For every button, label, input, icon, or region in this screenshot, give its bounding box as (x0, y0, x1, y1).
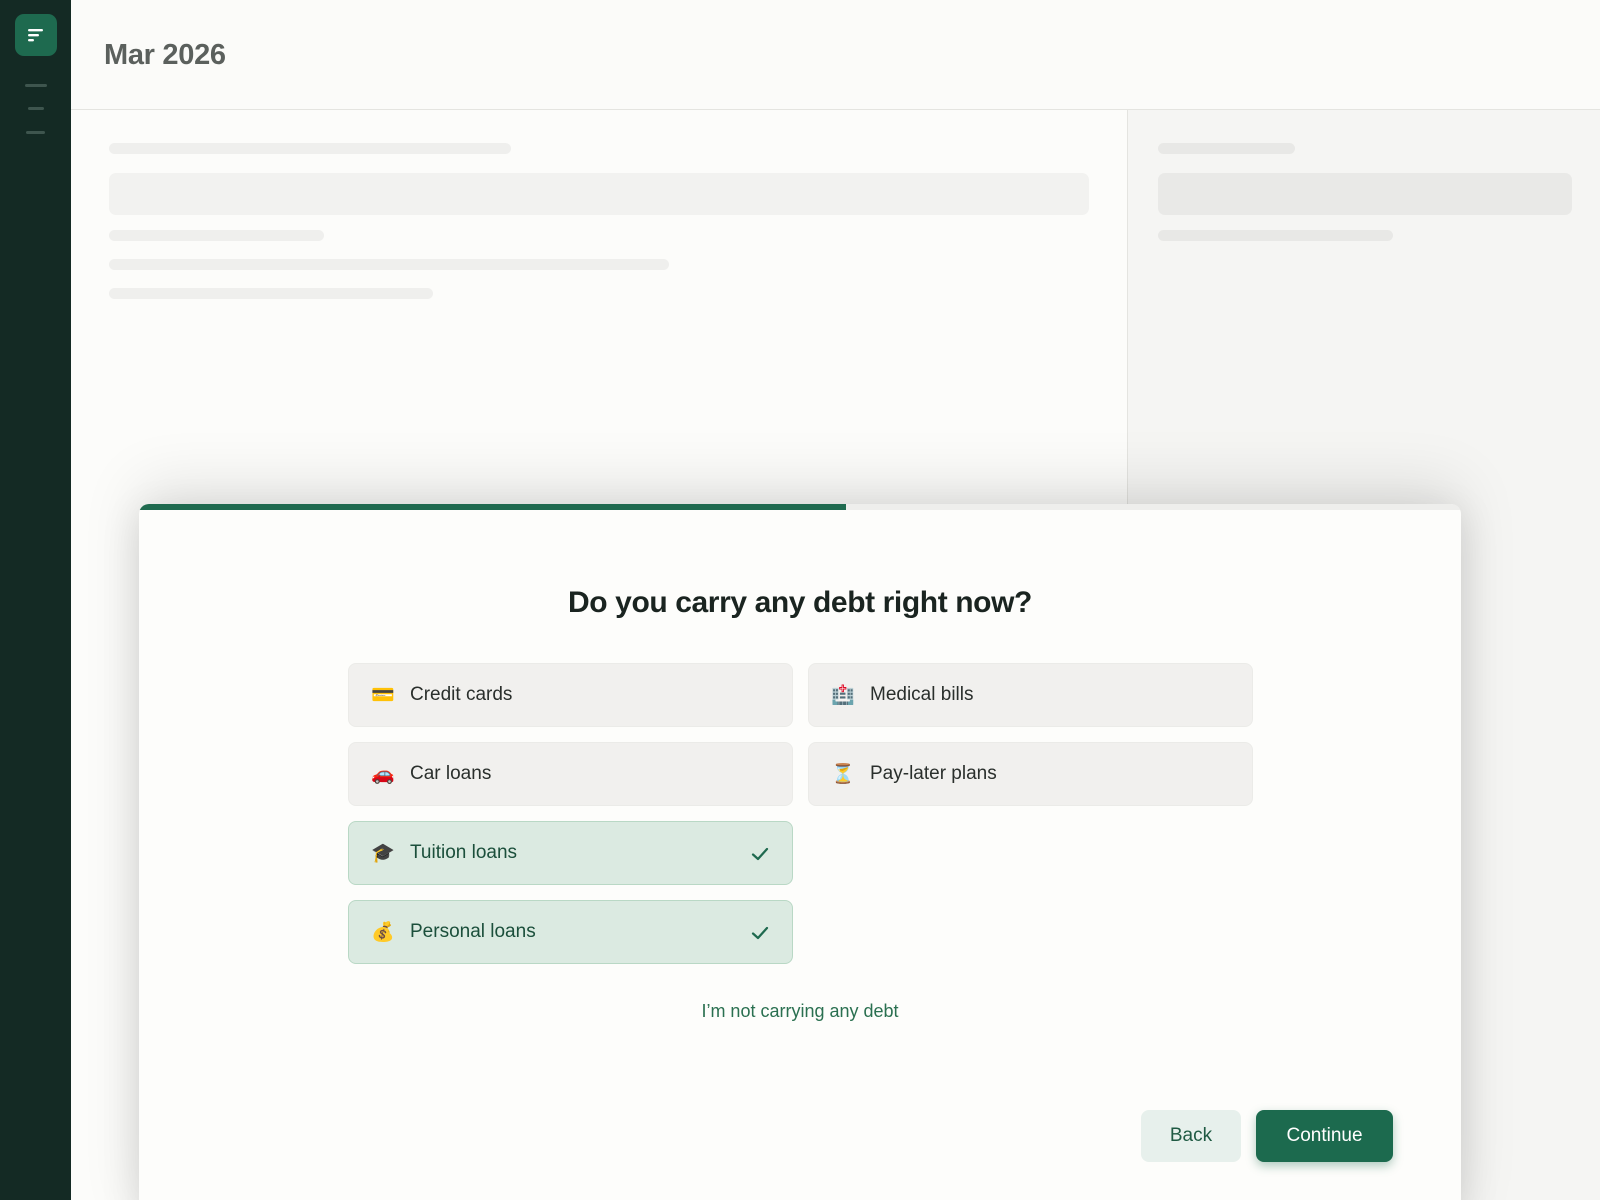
skeleton-line (109, 288, 433, 299)
option-credit-cards[interactable]: 💳 Credit cards (348, 663, 793, 727)
option-label: Credit cards (410, 684, 513, 705)
option-personal-loans[interactable]: 💰 Personal loans (348, 900, 793, 964)
progress-fill (139, 504, 847, 510)
no-debt-link[interactable]: I’m not carrying any debt (139, 1001, 1461, 1022)
option-car-loans[interactable]: 🚗 Car loans (348, 742, 793, 806)
graduation-cap-icon: 🎓 (371, 843, 395, 864)
question-title: Do you carry any debt right now? (568, 586, 1032, 619)
sidebar-line (26, 131, 45, 134)
option-pay-later-plans[interactable]: ⏳ Pay-later plans (808, 742, 1253, 806)
money-bag-icon: 💰 (371, 922, 395, 943)
credit-card-icon: 💳 (371, 685, 395, 706)
skeleton-line (1158, 143, 1295, 154)
header: Mar 2026 (71, 0, 1600, 110)
option-label: Tuition loans (410, 842, 518, 863)
progress-bar (139, 504, 1461, 510)
app: Mar 2026 Do you carry any debt right now… (0, 0, 1600, 1200)
skeleton-block (1158, 173, 1572, 215)
sidebar-line (25, 84, 47, 87)
option-label: Personal loans (410, 921, 536, 942)
skeleton-line (109, 143, 511, 154)
debt-question-modal: Do you carry any debt right now? 💳 Credit… (139, 504, 1461, 1200)
skeleton-line (109, 230, 324, 241)
option-medical-bills[interactable]: 🏥 Medical bills (808, 663, 1253, 727)
skeleton-block (109, 173, 1089, 215)
checkmark-icon (751, 847, 769, 861)
back-button[interactable]: Back (1141, 1110, 1241, 1162)
continue-button[interactable]: Continue (1256, 1110, 1393, 1162)
option-label: Medical bills (870, 684, 974, 705)
sidebar-line (28, 107, 44, 110)
page-title: Mar 2026 (104, 39, 226, 71)
menu-lines-icon[interactable] (15, 14, 57, 56)
skeleton-line (1158, 230, 1393, 241)
sidebar (0, 0, 71, 1200)
option-label: Car loans (410, 763, 492, 784)
option-label: Pay-later plans (870, 763, 997, 784)
checkmark-icon (751, 926, 769, 940)
hospital-icon: 🏥 (831, 685, 855, 706)
skeleton-line (109, 259, 669, 270)
car-icon: 🚗 (371, 764, 395, 785)
hourglass-icon: ⏳ (831, 764, 855, 785)
option-tuition-loans[interactable]: 🎓 Tuition loans (348, 821, 793, 885)
